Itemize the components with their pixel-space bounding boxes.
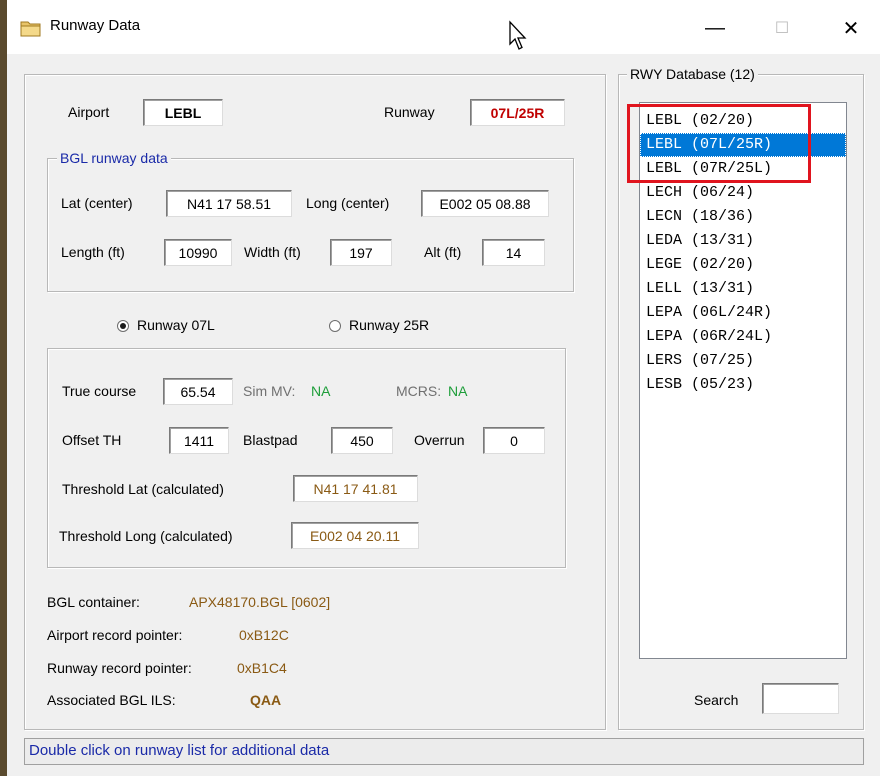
mcrs-label: MCRS: (396, 383, 442, 399)
airport-record-pointer-value: 0xB12C (239, 627, 289, 643)
bgl-container-value: APX48170.BGL [0602] (189, 594, 331, 610)
list-item[interactable]: LERS (07/25) (640, 349, 846, 373)
threshold-long-field[interactable]: E002 04 20.11 (291, 522, 419, 549)
search-label: Search (694, 692, 739, 708)
blastpad-label: Blastpad (243, 432, 298, 448)
sim-mv-label: Sim MV: (243, 383, 296, 399)
list-item[interactable]: LELL (13/31) (640, 277, 846, 301)
background-edge (0, 0, 7, 776)
long-center-field[interactable]: E002 05 08.88 (421, 190, 549, 217)
bgl-container-label: BGL container: (47, 594, 140, 610)
list-item[interactable]: LESB (05/23) (640, 373, 846, 397)
mouse-pointer-icon (509, 20, 527, 50)
lat-center-field[interactable]: N41 17 58.51 (166, 190, 292, 217)
length-field[interactable]: 10990 (164, 239, 232, 266)
runway-record-pointer-value: 0xB1C4 (237, 660, 287, 676)
length-label: Length (ft) (61, 244, 125, 260)
width-label: Width (ft) (244, 244, 301, 260)
minimize-button[interactable]: — (690, 10, 740, 46)
airport-field[interactable]: LEBL (143, 99, 223, 126)
maximize-button[interactable]: ☐ (757, 10, 807, 46)
list-item[interactable]: LEDA (13/31) (640, 229, 846, 253)
list-item[interactable]: LEGE (02/20) (640, 253, 846, 277)
folder-icon (20, 21, 41, 37)
threshold-lat-field[interactable]: N41 17 41.81 (293, 475, 418, 502)
airport-label: Airport (68, 104, 110, 120)
runway-field[interactable]: 07L/25R (470, 99, 565, 126)
sim-mv-value: NA (311, 383, 331, 399)
true-course-field[interactable]: 65.54 (163, 378, 233, 405)
offset-th-label: Offset TH (62, 432, 122, 448)
alt-field[interactable]: 14 (482, 239, 545, 266)
list-item[interactable]: LECN (18/36) (640, 205, 846, 229)
runway-25r-label[interactable]: Runway 25R (349, 317, 429, 333)
true-course-label: True course (62, 383, 137, 399)
overrun-field[interactable]: 0 (483, 427, 545, 454)
close-button[interactable]: ✕ (826, 10, 876, 46)
status-bar: Double click on runway list for addition… (24, 738, 864, 765)
window-title: Runway Data (50, 17, 141, 34)
list-item[interactable]: LECH (06/24) (640, 181, 846, 205)
search-input[interactable] (762, 683, 839, 714)
runway-record-pointer-label: Runway record pointer: (47, 660, 192, 676)
associated-ils-value: QAA (250, 692, 282, 708)
highlight-box (627, 104, 811, 183)
runway-listbox[interactable]: LEBL (02/20) LEBL (07L/25R) LEBL (07R/25L)… (639, 102, 847, 659)
runway-25r-radio[interactable] (329, 320, 341, 332)
list-item[interactable]: LEPA (06L/24R) (640, 301, 846, 325)
threshold-lat-label: Threshold Lat (calculated) (62, 481, 224, 497)
runway-label: Runway (384, 104, 435, 120)
blastpad-field[interactable]: 450 (331, 427, 393, 454)
runway-07l-radio[interactable] (117, 320, 129, 332)
lat-center-label: Lat (center) (61, 195, 133, 211)
bgl-runway-data-legend: BGL runway data (57, 150, 171, 166)
runway-07l-label[interactable]: Runway 07L (137, 317, 215, 333)
alt-label: Alt (ft) (424, 244, 462, 260)
list-item[interactable]: LEPA (06R/24L) (640, 325, 846, 349)
airport-record-pointer-label: Airport record pointer: (47, 627, 183, 643)
width-field[interactable]: 197 (330, 239, 392, 266)
bgl-runway-data-group (47, 158, 574, 292)
overrun-label: Overrun (414, 432, 465, 448)
offset-th-field[interactable]: 1411 (169, 427, 229, 454)
mcrs-value: NA (448, 383, 468, 399)
rwy-database-legend: RWY Database (12) (627, 66, 758, 82)
long-center-label: Long (center) (306, 195, 390, 211)
threshold-long-label: Threshold Long (calculated) (59, 528, 233, 544)
associated-ils-label: Associated BGL ILS: (47, 692, 176, 708)
